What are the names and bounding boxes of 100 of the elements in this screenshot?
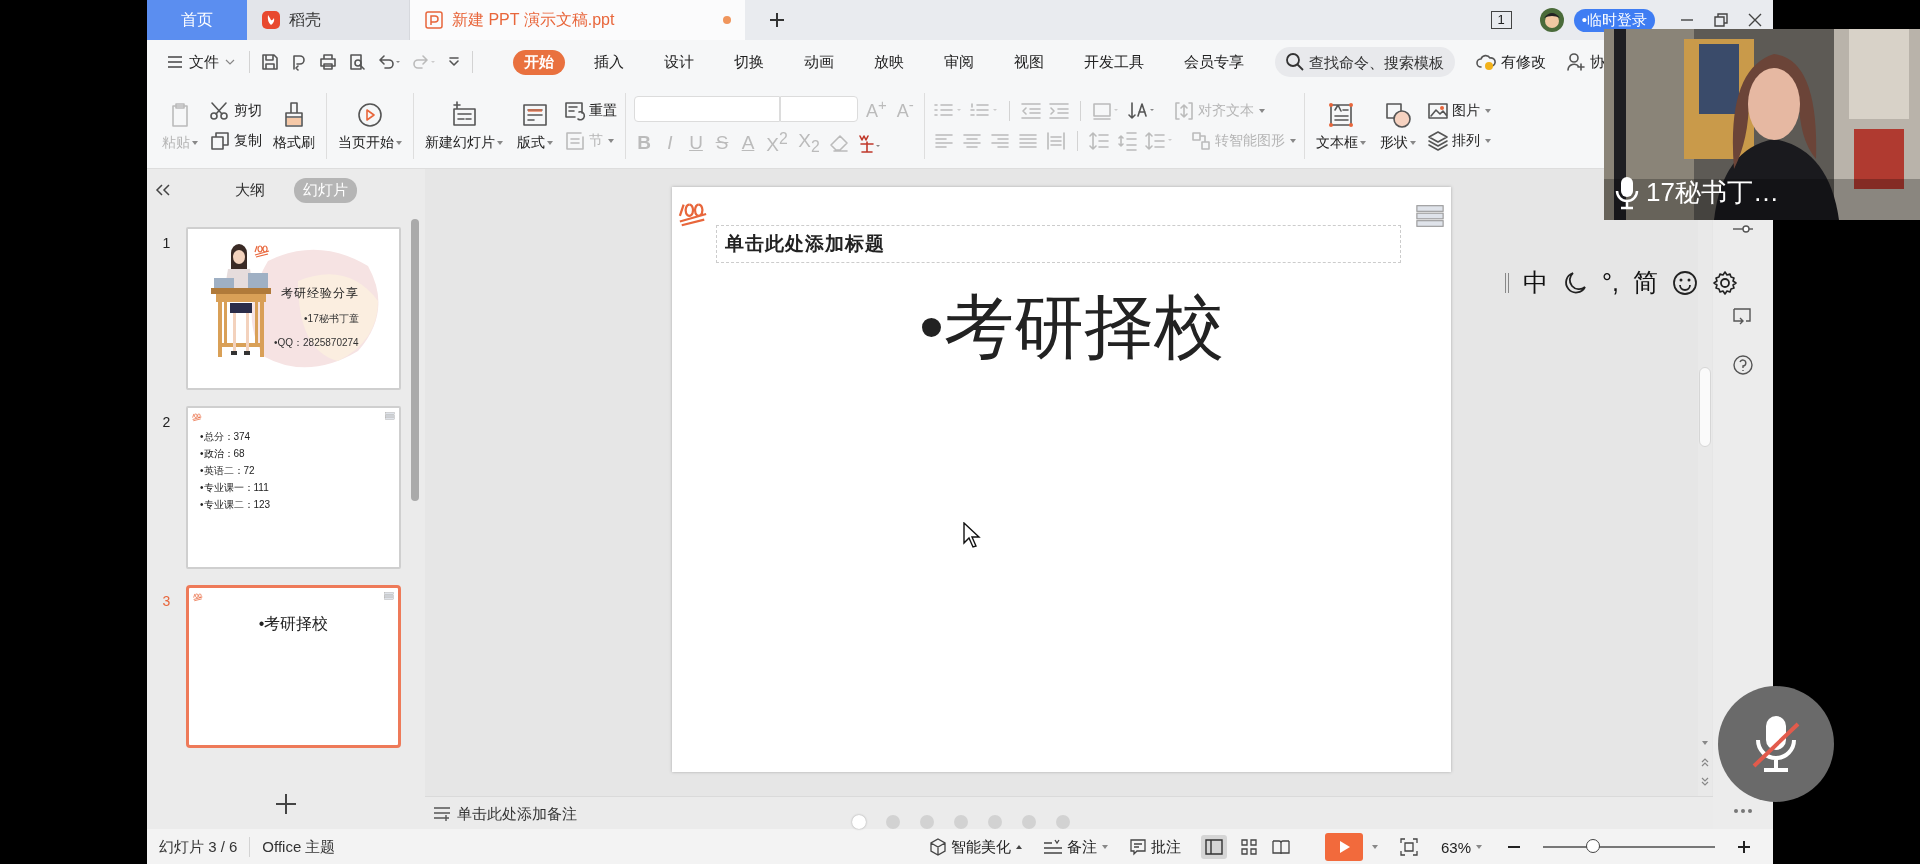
arrange-button[interactable]: 排列 bbox=[1426, 130, 1491, 152]
toolbar-handle[interactable] bbox=[1505, 272, 1509, 293]
mouse-pointer-icon bbox=[963, 522, 981, 548]
file-menu[interactable]: 文件 bbox=[163, 52, 239, 72]
zoom-dropdown[interactable]: 63% bbox=[1440, 838, 1483, 856]
moon-icon[interactable] bbox=[1562, 269, 1588, 296]
changes-button[interactable]: 有修改 bbox=[1475, 52, 1546, 72]
new-slide-button[interactable]: 新建幻灯片 bbox=[422, 100, 506, 152]
shape-button[interactable]: 形状 bbox=[1376, 100, 1419, 152]
scrollbar-thumb[interactable] bbox=[411, 219, 419, 501]
undo-icon[interactable] bbox=[376, 52, 402, 72]
play-icon[interactable] bbox=[1324, 833, 1363, 861]
previous-slide-icon[interactable] bbox=[1700, 756, 1710, 768]
title-placeholder[interactable]: 单击此处添加标题 bbox=[716, 225, 1401, 263]
text-box-button[interactable]: 文本框 bbox=[1312, 100, 1369, 152]
slide-thumbnail[interactable]: •考研择校 bbox=[186, 585, 401, 748]
slide-canvas[interactable]: 单击此处添加标题 •考研择校 bbox=[672, 187, 1451, 772]
arrange-icon bbox=[1426, 130, 1449, 152]
ribbon-tab[interactable]: 动画 bbox=[793, 49, 845, 75]
smart-graphic-icon bbox=[1189, 130, 1212, 152]
stack-icon bbox=[1415, 203, 1445, 229]
line-spacing-icon[interactable] bbox=[1087, 130, 1110, 152]
picture-button[interactable]: 图片 bbox=[1426, 100, 1491, 122]
zoom-in-icon[interactable] bbox=[1737, 840, 1751, 854]
play-from-current-button[interactable]: 当页开始 bbox=[335, 100, 405, 152]
align-text-icon bbox=[1172, 100, 1195, 122]
reading-view-icon[interactable] bbox=[1270, 837, 1291, 857]
slider-thumb[interactable] bbox=[1585, 839, 1600, 853]
ribbon-tab[interactable]: 插入 bbox=[583, 49, 635, 75]
format-painter-button[interactable]: 格式刷 bbox=[270, 100, 318, 152]
print-preview-icon[interactable] bbox=[347, 52, 367, 72]
text-direction-icon[interactable] bbox=[1126, 100, 1157, 122]
ribbon-tab[interactable]: 审阅 bbox=[933, 49, 985, 75]
normal-view-icon[interactable] bbox=[1200, 835, 1227, 859]
avatar-icon[interactable] bbox=[1539, 8, 1564, 32]
slider-icon[interactable] bbox=[1732, 222, 1754, 236]
redo-icon[interactable] bbox=[411, 52, 437, 72]
ribbon-tab[interactable]: 视图 bbox=[1003, 49, 1055, 75]
slide-thumbnail[interactable]: •总分：374 •政治：68 •英语二：72 •专业课一：111 •专业课二：123 bbox=[186, 406, 401, 569]
layout-button[interactable]: 版式 bbox=[514, 100, 556, 152]
notes-button[interactable]: 备注 bbox=[1042, 837, 1109, 857]
slide-number: 2 bbox=[161, 413, 172, 430]
add-slide-icon[interactable] bbox=[275, 793, 297, 815]
document-tab[interactable]: 稻壳 bbox=[247, 0, 410, 40]
search-icon bbox=[1285, 52, 1305, 72]
caret-icon[interactable] bbox=[1370, 843, 1379, 851]
more-icon[interactable] bbox=[1732, 807, 1754, 815]
scrollbar-thumb[interactable] bbox=[1699, 367, 1711, 447]
notes-field[interactable]: 单击此处添加备注 bbox=[457, 804, 857, 822]
ribbon-tab[interactable]: 放映 bbox=[863, 49, 915, 75]
ribbon-tab[interactable]: 设计 bbox=[653, 49, 705, 75]
reset-button[interactable]: 重置 bbox=[564, 100, 617, 122]
slide-body-text[interactable]: •考研择校 bbox=[672, 281, 1451, 375]
beautify-button[interactable]: 智能美化 bbox=[928, 837, 1023, 857]
caret-icon bbox=[225, 57, 235, 67]
help-icon[interactable] bbox=[1732, 354, 1754, 376]
emoji-icon[interactable] bbox=[1671, 269, 1698, 296]
search-field[interactable]: 查找命令、搜索模板 bbox=[1275, 47, 1455, 77]
new-tab-icon[interactable] bbox=[767, 10, 787, 30]
panel-tab[interactable]: 大纲 bbox=[226, 177, 274, 203]
slide-text: •17秘书丁童 bbox=[304, 312, 359, 326]
paragraph-spacing-icon[interactable] bbox=[1115, 130, 1138, 152]
save-icon[interactable] bbox=[260, 52, 280, 72]
fit-window-icon[interactable] bbox=[1398, 837, 1419, 857]
window-count-indicator[interactable]: 1 bbox=[1490, 11, 1512, 29]
copy-button[interactable]: 复制 bbox=[209, 130, 262, 152]
ribbon-tab[interactable]: 开发工具 bbox=[1073, 49, 1155, 75]
login-button[interactable]: •临时登录 bbox=[1573, 8, 1655, 32]
play-from-current-icon bbox=[355, 100, 385, 130]
close-icon[interactable] bbox=[1747, 12, 1763, 28]
comments-button[interactable]: 批注 bbox=[1128, 837, 1181, 857]
slide-thumbnail[interactable]: 考研经验分享 •17秘书丁童 •QQ：2825870274 bbox=[186, 227, 401, 390]
font-name-field[interactable] bbox=[634, 95, 780, 122]
caret-icon bbox=[1475, 843, 1483, 851]
cloud-icon bbox=[1475, 52, 1497, 72]
cut-icon bbox=[209, 100, 231, 122]
presentation-file-icon bbox=[424, 10, 444, 30]
stack-icon bbox=[385, 412, 395, 420]
ribbon-tab[interactable]: 会员专享 bbox=[1173, 49, 1255, 75]
next-slide-icon[interactable] bbox=[1700, 776, 1710, 788]
slide-text: •英语二：72 bbox=[200, 464, 256, 477]
script-button[interactable]: 简 bbox=[1632, 266, 1658, 299]
hundred-points-icon bbox=[254, 243, 270, 259]
settings-icon[interactable] bbox=[1711, 269, 1738, 296]
comment-icon bbox=[1128, 838, 1147, 856]
slide-text: •专业课一：111 bbox=[200, 481, 270, 494]
eraser-icon[interactable] bbox=[828, 132, 850, 154]
cut-button[interactable]: 剪切 bbox=[209, 100, 262, 122]
collaborate-button[interactable]: 协 bbox=[1566, 52, 1605, 72]
spacing-options-icon[interactable] bbox=[1143, 130, 1174, 152]
grid-view-icon[interactable] bbox=[1238, 837, 1259, 857]
ribbon-tab[interactable]: 切换 bbox=[723, 49, 775, 75]
font-size-field[interactable] bbox=[780, 95, 858, 122]
restore-icon[interactable] bbox=[1713, 12, 1729, 28]
punctuation-button[interactable]: °, bbox=[1602, 268, 1619, 297]
input-mode-button[interactable]: 中 bbox=[1523, 266, 1548, 299]
slide-number: 3 bbox=[161, 592, 172, 609]
section-icon bbox=[564, 130, 586, 152]
phonetic-guide-icon[interactable] bbox=[856, 132, 882, 154]
print-icon[interactable] bbox=[318, 52, 338, 72]
